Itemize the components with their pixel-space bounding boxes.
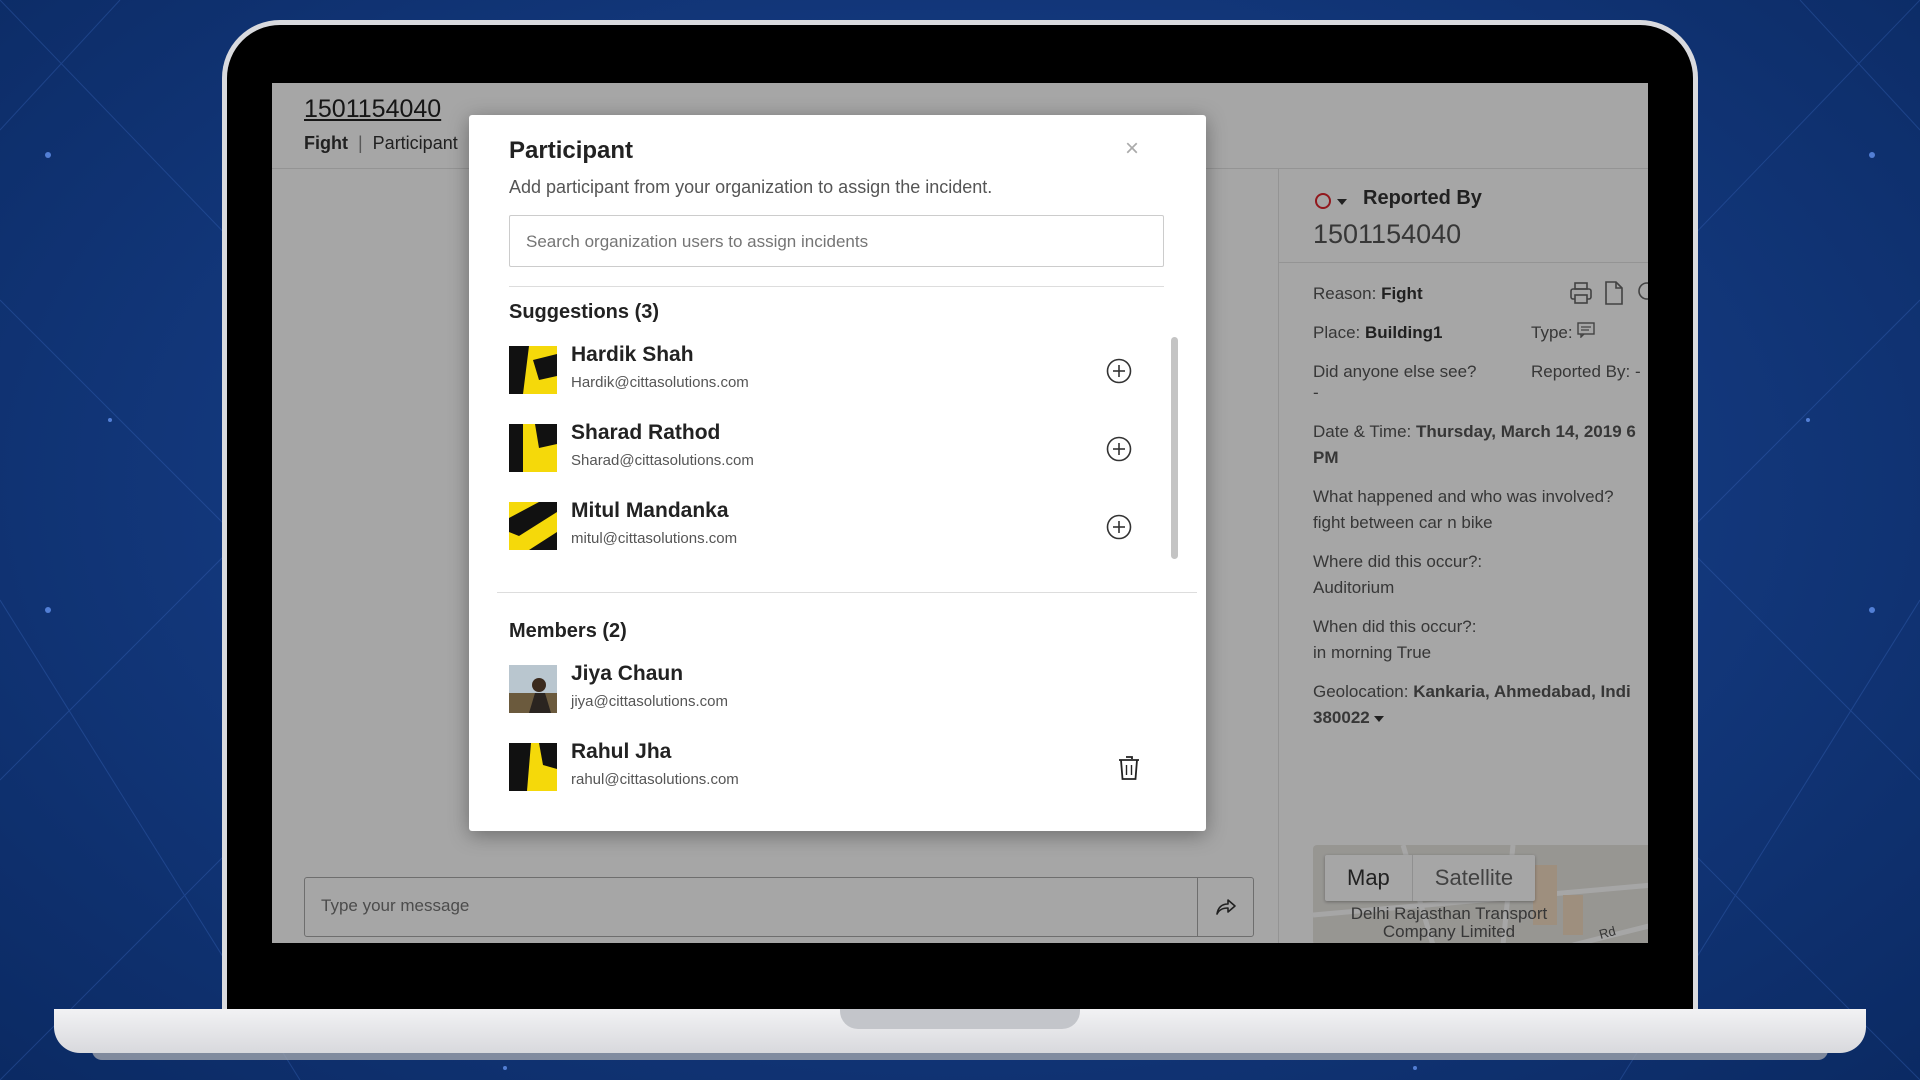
avatar <box>509 743 557 791</box>
suggestion-row: Mitul Mandanka mitul@cittasolutions.com <box>509 499 1149 559</box>
laptop-screen: 1501154040 Fight|Participant Reported By… <box>272 83 1648 943</box>
user-search-input[interactable] <box>526 232 1146 252</box>
user-email: Sharad@cittasolutions.com <box>571 452 754 469</box>
add-participant-button[interactable] <box>1105 435 1133 463</box>
avatar <box>509 502 557 550</box>
modal-title: Participant <box>509 137 634 164</box>
divider <box>509 286 1164 287</box>
user-search-box <box>509 215 1164 267</box>
user-email: Hardik@cittasolutions.com <box>571 374 749 391</box>
member-row: Rahul Jha rahul@cittasolutions.com <box>509 740 1149 800</box>
suggestion-row: Hardik Shah Hardik@cittasolutions.com <box>509 343 1149 403</box>
add-participant-button[interactable] <box>1105 357 1133 385</box>
participant-modal: Participant × Add participant from your … <box>469 115 1206 831</box>
avatar <box>509 665 557 713</box>
members-title: Members (2) <box>509 620 627 642</box>
remove-member-button[interactable] <box>1115 754 1143 782</box>
suggestion-row: Sharad Rathod Sharad@cittasolutions.com <box>509 421 1149 481</box>
user-name: Rahul Jha <box>571 740 672 763</box>
user-name: Sharad Rathod <box>571 421 721 444</box>
suggestions-scrollbar[interactable] <box>1171 337 1178 559</box>
add-circle-icon <box>1106 358 1132 384</box>
trash-icon <box>1119 756 1139 780</box>
member-row: Jiya Chaun jiya@cittasolutions.com <box>509 662 1149 722</box>
suggestions-title: Suggestions (3) <box>509 301 660 323</box>
user-email: mitul@cittasolutions.com <box>571 530 738 547</box>
modal-subtitle: Add participant from your organization t… <box>509 177 993 197</box>
user-name: Jiya Chaun <box>571 662 684 685</box>
add-circle-icon <box>1106 514 1132 540</box>
close-icon[interactable]: × <box>1125 137 1139 161</box>
add-participant-button[interactable] <box>1105 513 1133 541</box>
divider <box>497 592 1197 593</box>
add-circle-icon <box>1106 436 1132 462</box>
user-email: rahul@cittasolutions.com <box>571 771 739 788</box>
laptop-notch <box>840 1009 1080 1029</box>
user-name: Mitul Mandanka <box>571 499 729 522</box>
user-email: jiya@cittasolutions.com <box>571 693 728 710</box>
avatar <box>509 346 557 394</box>
user-name: Hardik Shah <box>571 343 694 366</box>
avatar <box>509 424 557 472</box>
